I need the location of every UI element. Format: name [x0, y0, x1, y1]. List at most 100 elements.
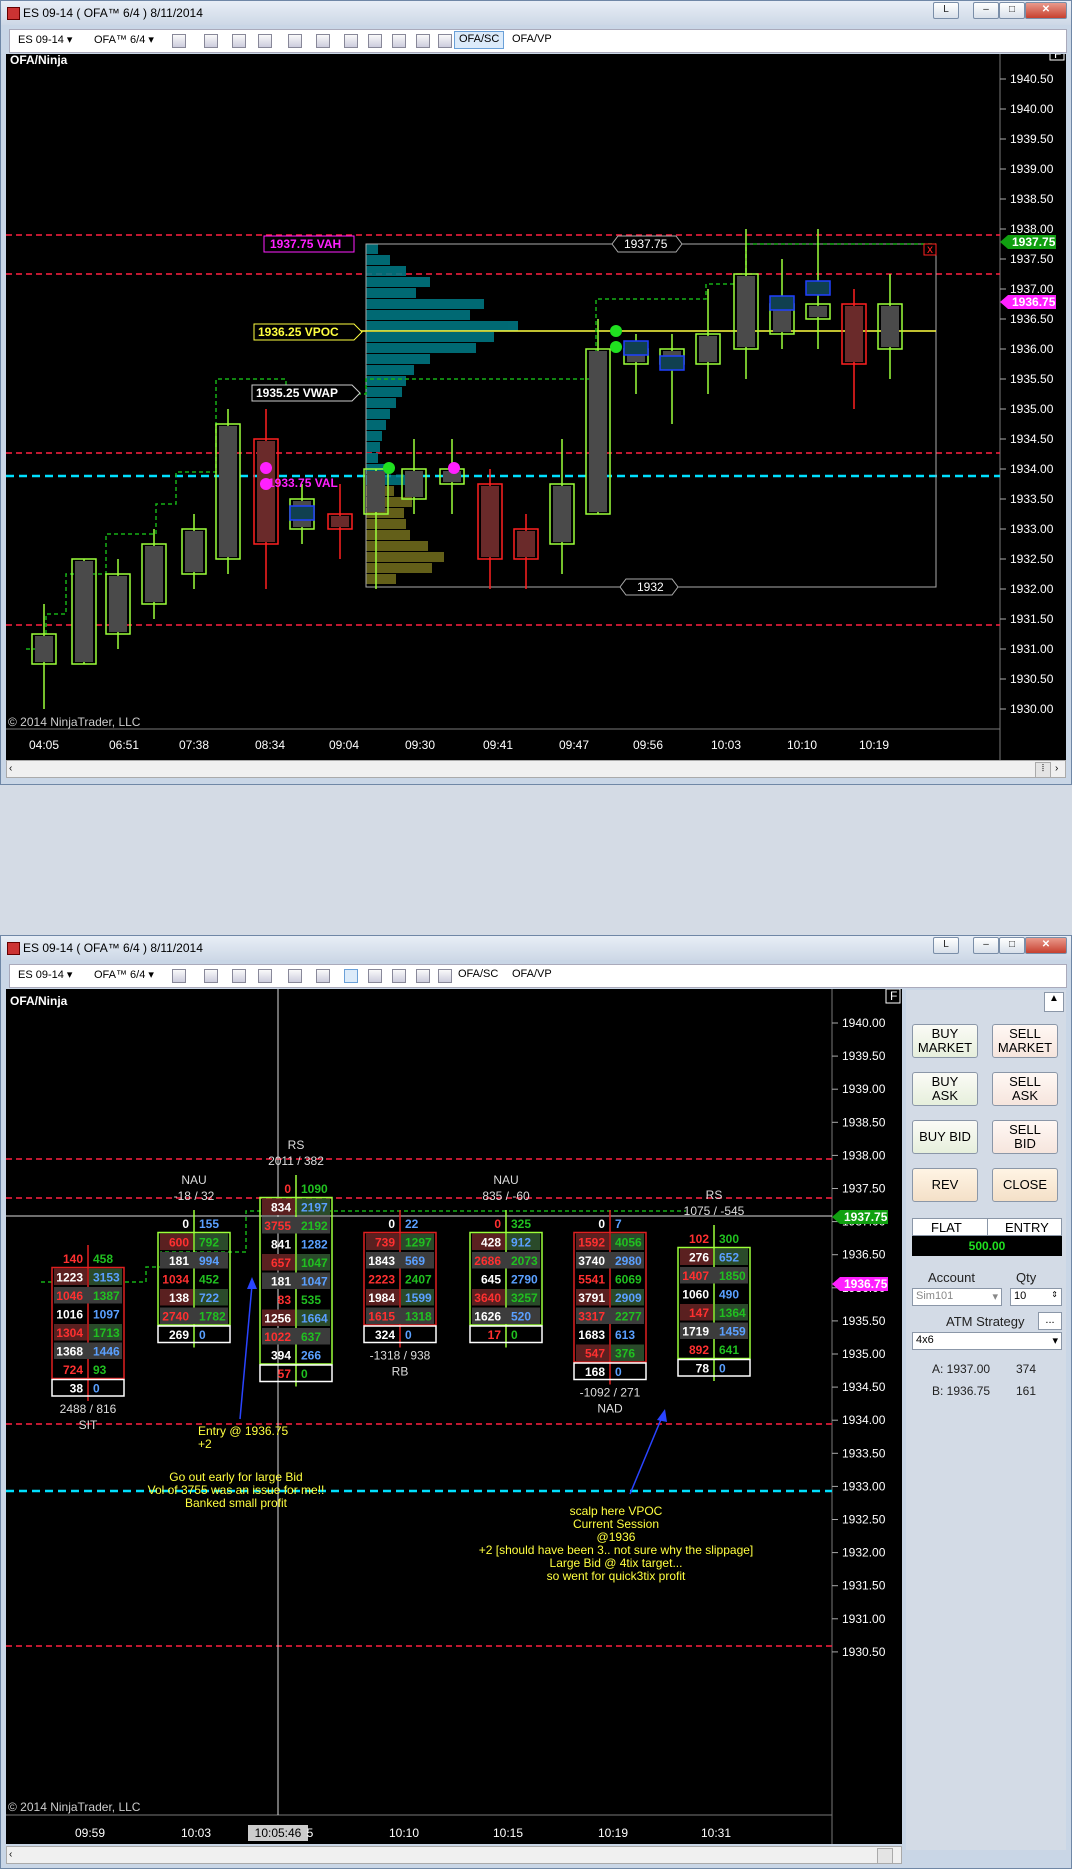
- ask-volume: 0: [199, 1328, 206, 1342]
- top-chart-canvas[interactable]: 1940.50 1940.00 1939.50 1939.00 1938.50 1938.…: [6, 54, 1066, 760]
- tab-ofa-sc[interactable]: OFA/SC: [458, 968, 498, 980]
- bid-volume: 3640: [474, 1291, 501, 1305]
- svg-text:1932: 1932: [637, 580, 664, 594]
- app-icon: [7, 942, 20, 955]
- buy-market-button[interactable]: BUY MARKET: [912, 1024, 978, 1058]
- chart-trader-icon[interactable]: [392, 34, 406, 48]
- pin-tool-icon[interactable]: [258, 34, 272, 48]
- data-box-icon[interactable]: [416, 34, 430, 48]
- top-price-axis[interactable]: 1940.50 1940.00 1939.50 1939.00 1938.50 1938.…: [1000, 72, 1054, 716]
- chart-trader-panel: ▲ BUY MARKET SELL MARKET BUY ASK SELL ASK BU…: [906, 990, 1066, 1850]
- restore-button[interactable]: □: [999, 937, 1025, 954]
- zoom-icon[interactable]: [316, 34, 330, 48]
- bar-footer: 2488 / 816: [60, 1402, 117, 1416]
- price-tick-label: 1931.00: [1010, 642, 1054, 656]
- crosshair-icon[interactable]: [288, 969, 302, 983]
- price-tick-label: 1931.50: [842, 1579, 886, 1593]
- top-title-bar[interactable]: ES 09-14 ( OFA™ 6/4 ) 8/11/2014 L – □ ✕: [1, 1, 1071, 25]
- bottom-time-axis[interactable]: 09:59 10:03 10:05:46 5 10:10 10:15 10:19 10:31: [75, 1825, 731, 1841]
- bottom-footprint-chart[interactable]: 1940.00 1939.50 1939.00 1938.50 1938.00 1937.…: [6, 989, 902, 1844]
- reverse-button[interactable]: REV: [912, 1168, 978, 1202]
- buy-ask-button[interactable]: BUY ASK: [912, 1072, 978, 1106]
- atm-strategy-select[interactable]: 4x6 ▾: [912, 1332, 1062, 1350]
- add-indicator-icon[interactable]: [232, 969, 246, 983]
- draw-pencil-icon[interactable]: [204, 34, 218, 48]
- close-position-button[interactable]: CLOSE: [992, 1168, 1058, 1202]
- minimize-button[interactable]: –: [973, 937, 999, 954]
- ask-volume: 2277: [615, 1310, 642, 1324]
- pin-button[interactable]: L: [933, 2, 959, 19]
- close-button[interactable]: ✕: [1025, 2, 1067, 19]
- instrument-selector[interactable]: ES 09-14 ▾: [18, 33, 72, 46]
- top-horizontal-scrollbar[interactable]: ‹ ⦙ ›: [6, 760, 1066, 778]
- tab-ofa-vp[interactable]: OFA/VP: [512, 33, 552, 45]
- minimize-button[interactable]: –: [973, 2, 999, 19]
- pin-tool-icon[interactable]: [258, 969, 272, 983]
- close-x-marker[interactable]: x: [923, 242, 937, 256]
- properties-icon[interactable]: [438, 969, 452, 983]
- bottom-price-axis[interactable]: 1940.00 1939.50 1939.00 1938.50 1938.00 1937.…: [832, 1016, 886, 1659]
- template-selector[interactable]: OFA™ 6/4 ▾: [94, 33, 154, 46]
- collapse-arrow-icon[interactable]: ▲: [1044, 992, 1064, 1012]
- restore-button[interactable]: □: [999, 2, 1025, 19]
- sell-bid-button[interactable]: SELL BID: [992, 1120, 1058, 1154]
- ask-volume: 1459: [719, 1325, 746, 1339]
- bid-volume: 3791: [578, 1291, 605, 1305]
- close-button[interactable]: ✕: [1025, 937, 1067, 954]
- crosshair-time-label: 10:05:46: [255, 1826, 302, 1840]
- scroll-thumb[interactable]: [877, 1848, 893, 1864]
- scroll-left-icon[interactable]: ‹: [9, 763, 12, 774]
- price-tick-label: 1932.00: [1010, 582, 1054, 596]
- instrument-selector[interactable]: ES 09-14 ▾: [18, 968, 72, 981]
- bid-volume: 739: [375, 1236, 395, 1250]
- quantity-stepper[interactable]: 10 ⇕: [1010, 1288, 1062, 1306]
- chart-trader-icon[interactable]: [392, 969, 406, 983]
- stepper-icon[interactable]: ⇕: [1051, 1290, 1058, 1299]
- footprint-bar-2: RS 2011 / 382 0 1090 834 2197 3755 2192 841 1282 6…: [259, 1138, 333, 1387]
- tab-ofa-sc[interactable]: OFA/SC: [454, 31, 505, 49]
- bottom-chart-canvas[interactable]: 1940.00 1939.50 1939.00 1938.50 1938.00 1937.…: [6, 989, 902, 1844]
- strategies-icon[interactable]: [368, 969, 382, 983]
- indicators-icon[interactable]: [344, 969, 358, 983]
- bid-volume: 1719: [682, 1325, 709, 1339]
- account-select[interactable]: Sim101 ▾: [912, 1288, 1002, 1306]
- ask-volume: 1599: [405, 1291, 432, 1305]
- bottom-horizontal-scrollbar[interactable]: ‹: [6, 1846, 902, 1864]
- sell-ask-button[interactable]: SELL ASK: [992, 1072, 1058, 1106]
- crosshair-icon[interactable]: [288, 34, 302, 48]
- scroll-right-icon[interactable]: ›: [1055, 763, 1058, 774]
- data-box-icon[interactable]: [416, 969, 430, 983]
- pin-button[interactable]: L: [933, 937, 959, 954]
- draw-pencil-icon[interactable]: [204, 969, 218, 983]
- tab-ofa-vp[interactable]: OFA/VP: [512, 968, 552, 980]
- bar-type-icon[interactable]: [172, 969, 186, 983]
- ask-volume: 994: [199, 1254, 219, 1268]
- bar-footer: -1092 / 271: [580, 1386, 641, 1400]
- bid-volume: 5541: [578, 1273, 605, 1287]
- atm-more-button[interactable]: ...: [1038, 1312, 1062, 1330]
- bottom-window-title: ES 09-14 ( OFA™ 6/4 ) 8/11/2014: [23, 941, 203, 955]
- bar-type-icon[interactable]: [172, 34, 186, 48]
- top-price-chart[interactable]: 1940.50 1940.00 1939.50 1939.00 1938.50 1938.…: [6, 54, 1066, 760]
- bid-volume: 78: [696, 1362, 710, 1376]
- strategies-icon[interactable]: [368, 34, 382, 48]
- price-tick-label: 1935.00: [1010, 402, 1054, 416]
- top-time-axis[interactable]: 04:05 06:51 07:38 08:34 09:04 09:30 09:41 09:47…: [29, 738, 889, 752]
- bottom-title-bar[interactable]: ES 09-14 ( OFA™ 6/4 ) 8/11/2014 L – □ ✕: [1, 936, 1071, 960]
- sell-market-button[interactable]: SELL MARKET: [992, 1024, 1058, 1058]
- buy-bid-button[interactable]: BUY BID: [912, 1120, 978, 1154]
- f-button[interactable]: F: [1049, 54, 1065, 61]
- price-tick-label: 1933.50: [842, 1446, 886, 1460]
- template-selector[interactable]: OFA™ 6/4 ▾: [94, 968, 154, 981]
- add-indicator-icon[interactable]: [232, 34, 246, 48]
- zoom-icon[interactable]: [316, 969, 330, 983]
- scroll-thumb[interactable]: ⦙: [1035, 762, 1051, 778]
- indicators-icon[interactable]: [344, 34, 358, 48]
- time-tick-label: 07:38: [179, 738, 209, 752]
- candle-11: [439, 439, 465, 514]
- f-button[interactable]: F: [885, 989, 901, 1004]
- scroll-left-icon[interactable]: ‹: [9, 1849, 12, 1860]
- bid-volume: 1060: [682, 1288, 709, 1302]
- properties-icon[interactable]: [438, 34, 452, 48]
- bid-volume: 547: [585, 1347, 605, 1361]
